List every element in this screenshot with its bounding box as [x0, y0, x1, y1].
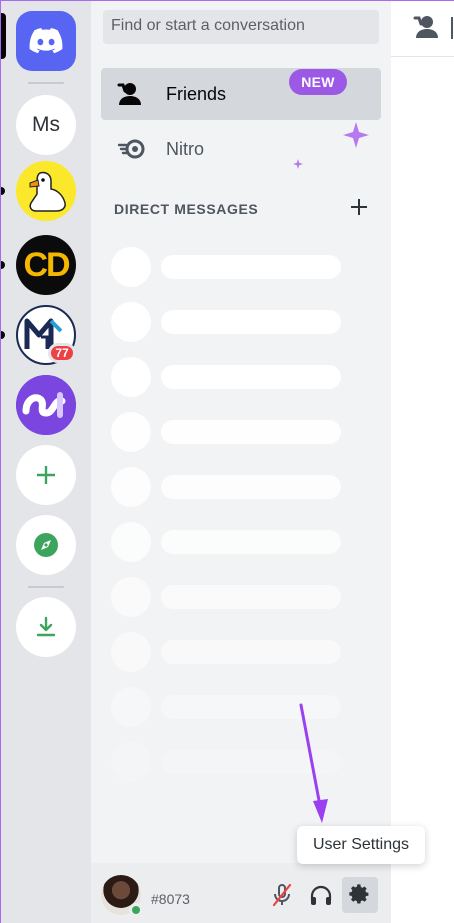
online-status-indicator	[129, 903, 143, 917]
skeleton-line	[161, 255, 341, 279]
microphone-muted-icon	[272, 883, 292, 907]
unread-indicator	[1, 187, 5, 195]
plus-icon	[37, 466, 55, 484]
skeleton-avatar	[111, 577, 151, 617]
abstract-logo-icon	[16, 375, 76, 435]
rail-separator	[28, 82, 64, 84]
discord-logo-icon	[29, 28, 63, 54]
server-rail: Ms CD 77	[1, 1, 91, 923]
skeleton-avatar	[111, 742, 151, 782]
nav-nitro[interactable]: Nitro	[101, 123, 381, 175]
goose-icon	[16, 161, 76, 221]
download-apps-button[interactable]	[16, 597, 76, 657]
skeleton-avatar	[111, 687, 151, 727]
sparkle-icon	[343, 122, 369, 148]
home-button[interactable]	[16, 11, 76, 71]
user-tag: #8073	[151, 891, 190, 907]
unread-indicator	[1, 261, 5, 269]
nitro-label: Nitro	[166, 138, 205, 159]
sparkle-small-icon	[293, 159, 303, 169]
gear-icon	[349, 884, 369, 904]
server-ms-label: Ms	[32, 113, 60, 136]
server-cd[interactable]: CD	[16, 235, 76, 295]
rail-separator	[28, 586, 64, 588]
search-placeholder: Find or start a conversation	[111, 17, 305, 34]
explore-servers-button[interactable]	[16, 515, 76, 575]
user-panel: #8073	[91, 863, 391, 923]
search-input[interactable]: Find or start a conversation	[103, 10, 379, 44]
create-dm-button[interactable]	[349, 197, 369, 217]
skeleton-line	[161, 530, 341, 554]
skeleton-avatar	[111, 357, 151, 397]
skeleton-line	[161, 365, 341, 389]
skeleton-avatar	[111, 302, 151, 342]
skeleton-line	[161, 640, 341, 664]
main-content	[391, 1, 454, 923]
avatar[interactable]	[101, 875, 143, 917]
friends-label: Friends	[166, 83, 227, 104]
add-server-button[interactable]	[16, 445, 76, 505]
skeleton-avatar	[111, 522, 151, 562]
dm-sidebar: Find or start a conversation Friends Nit…	[91, 1, 391, 923]
direct-messages-header: DIRECT MESSAGES	[114, 201, 259, 217]
user-settings-button[interactable]	[342, 877, 378, 913]
nitro-icon	[117, 139, 145, 159]
skeleton-avatar	[111, 247, 151, 287]
skeleton-avatar	[111, 632, 151, 672]
server-goose[interactable]	[16, 161, 76, 221]
mention-badge: 77	[48, 343, 76, 363]
server-cd-label: CD	[23, 245, 70, 284]
unread-indicator	[1, 331, 5, 339]
annotation-arrow	[299, 703, 328, 823]
skeleton-line	[161, 310, 341, 334]
skeleton-line	[161, 420, 341, 444]
deafen-button[interactable]	[303, 877, 339, 913]
mute-button[interactable]	[264, 877, 300, 913]
nitro-new-badge: NEW	[289, 69, 347, 95]
compass-icon	[34, 533, 58, 557]
friends-icon	[117, 83, 141, 105]
skeleton-line	[161, 475, 341, 499]
skeleton-avatar	[111, 412, 151, 452]
friends-icon	[413, 16, 438, 38]
active-indicator	[1, 13, 6, 59]
main-header	[391, 1, 454, 57]
header-divider	[451, 17, 453, 39]
server-ms[interactable]: Ms	[16, 95, 76, 155]
headphones-icon	[310, 885, 332, 905]
server-purple[interactable]	[16, 375, 76, 435]
download-icon	[36, 616, 56, 637]
skeleton-line	[161, 585, 341, 609]
user-settings-tooltip: User Settings	[297, 826, 425, 864]
skeleton-avatar	[111, 467, 151, 507]
